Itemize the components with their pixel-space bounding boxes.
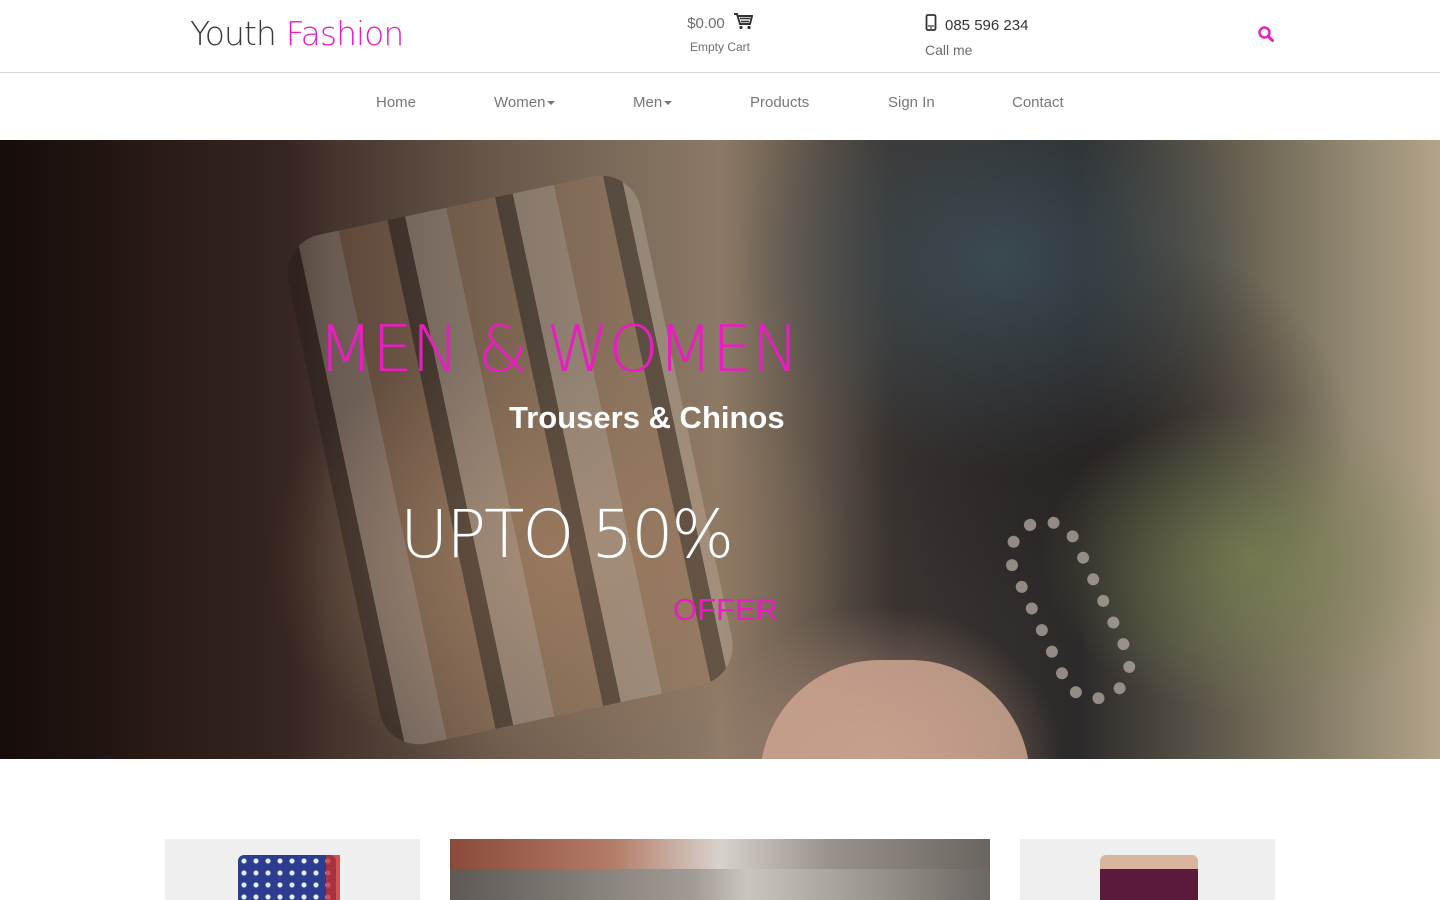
- hero-promo: UPTO 50%: [400, 496, 734, 573]
- hero-offer: OFFER: [673, 592, 779, 627]
- contact-phone[interactable]: 085 596 234 Call me: [925, 14, 1028, 58]
- promo-card-mall[interactable]: [450, 839, 990, 900]
- caret-down-icon: [547, 101, 556, 106]
- hero-banner[interactable]: MEN & WOMEN Trousers & Chinos UPTO 50% O…: [0, 140, 1440, 759]
- nav-products[interactable]: Products: [750, 94, 809, 111]
- mall-photo-upper: [450, 839, 990, 869]
- product-image-purple-shorts: [1100, 855, 1198, 900]
- phone-label: Call me: [925, 42, 973, 58]
- cart-total: $0.00: [687, 15, 725, 32]
- phone-number: 085 596 234: [945, 16, 1029, 34]
- nav-men-label: Men: [633, 94, 663, 111]
- hero-photo-hand: [760, 660, 1030, 759]
- product-card-right[interactable]: [1020, 839, 1275, 900]
- cart-status: Empty Cart: [689, 40, 750, 54]
- nav-sign-in[interactable]: Sign In: [888, 94, 935, 111]
- cart-icon[interactable]: [733, 12, 754, 35]
- product-card-left[interactable]: [165, 839, 420, 900]
- hero-title: MEN & WOMEN: [318, 313, 799, 387]
- nav-men[interactable]: Men: [633, 94, 673, 111]
- main-nav: Home Women Men Products Sign In Contact: [0, 74, 1440, 140]
- nav-home[interactable]: Home: [376, 94, 416, 111]
- nav-contact[interactable]: Contact: [1012, 94, 1064, 111]
- nav-women[interactable]: Women: [494, 94, 556, 111]
- site-header: Youth Fashion $0.00 Empty Cart 085 596 2…: [0, 0, 1440, 73]
- hero-photo-scarf: [279, 168, 741, 752]
- logo-word-fashion: Fashion: [285, 14, 405, 53]
- logo-word-youth: Youth: [190, 14, 277, 53]
- product-image-blue-skirt: [238, 855, 340, 900]
- hero-photo-hair: [0, 140, 330, 759]
- search-icon: [1257, 26, 1275, 47]
- hero-photo-bracelet: [991, 502, 1149, 718]
- mobile-phone-icon: [925, 14, 937, 36]
- hero-subtitle: Trousers & Chinos: [509, 400, 785, 435]
- site-logo[interactable]: Youth Fashion: [190, 14, 405, 54]
- caret-down-icon: [664, 101, 673, 106]
- mini-cart[interactable]: $0.00 Empty Cart: [680, 12, 760, 54]
- mall-photo-lower: [450, 869, 990, 900]
- nav-women-label: Women: [494, 94, 546, 111]
- search-button[interactable]: [1257, 25, 1277, 45]
